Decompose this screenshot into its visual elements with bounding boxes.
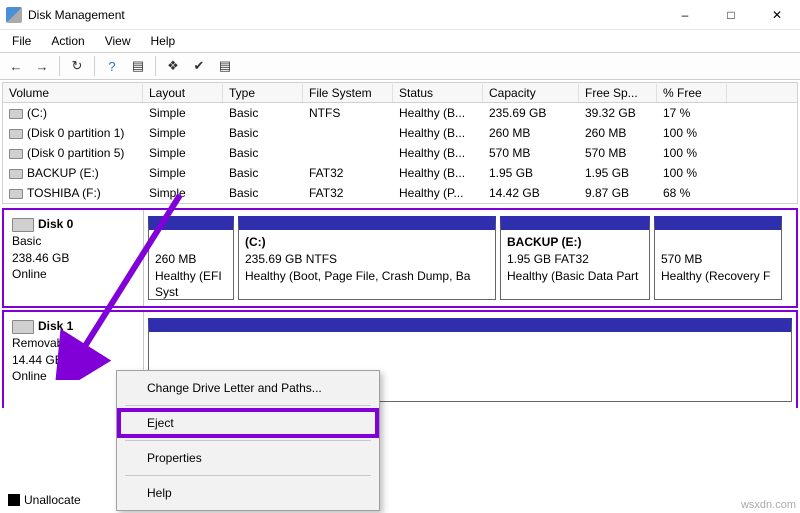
refresh-button[interactable]: ↻	[65, 55, 89, 77]
volume-row[interactable]: (C:)SimpleBasicNTFSHealthy (B...235.69 G…	[3, 103, 797, 123]
app-icon	[6, 7, 22, 23]
disk0-info: Disk 0 Basic 238.46 GB Online	[4, 210, 144, 306]
action-button-1[interactable]: ❖	[161, 55, 185, 77]
help-icon-button[interactable]: ?	[100, 55, 124, 77]
window-title: Disk Management	[28, 8, 662, 22]
ctx-separator	[125, 440, 371, 441]
legend: Unallocate	[8, 493, 81, 507]
ctx-separator	[125, 405, 371, 406]
disk0-title: Disk 0	[38, 217, 73, 231]
menu-file[interactable]: File	[2, 32, 41, 50]
col-filesystem[interactable]: File System	[303, 84, 393, 102]
col-percent[interactable]: % Free	[657, 84, 727, 102]
forward-button[interactable]: →	[30, 55, 54, 77]
ctx-separator	[125, 475, 371, 476]
disk0-pane[interactable]: Disk 0 Basic 238.46 GB Online 260 MBHeal…	[2, 208, 798, 308]
menu-help[interactable]: Help	[141, 32, 186, 50]
action-button-2[interactable]: ✔	[187, 55, 211, 77]
list-view-button[interactable]: ▤	[126, 55, 150, 77]
disk-icon	[12, 320, 34, 334]
legend-label: Unallocate	[24, 493, 81, 507]
toolbar-separator	[155, 56, 156, 76]
back-button[interactable]: ←	[4, 55, 28, 77]
disk0-partitions: 260 MBHealthy (EFI Syst(C:)235.69 GB NTF…	[144, 210, 796, 306]
partition[interactable]: 260 MBHealthy (EFI Syst	[148, 216, 234, 300]
disk-icon	[12, 218, 34, 232]
minimize-button[interactable]: –	[662, 0, 708, 30]
context-menu: Change Drive Letter and Paths... Eject P…	[116, 370, 380, 511]
partition[interactable]: 570 MBHealthy (Recovery F	[654, 216, 782, 300]
volume-icon	[9, 129, 23, 139]
action-button-3[interactable]: ▤	[213, 55, 237, 77]
toolbar-separator	[59, 56, 60, 76]
titlebar: Disk Management – □ ✕	[0, 0, 800, 30]
volume-icon	[9, 109, 23, 119]
maximize-button[interactable]: □	[708, 0, 754, 30]
disk1-title: Disk 1	[38, 319, 73, 333]
unallocated-swatch	[8, 494, 20, 506]
volume-icon	[9, 189, 23, 199]
toolbar: ← → ↻ ? ▤ ❖ ✔ ▤	[0, 52, 800, 80]
menubar: File Action View Help	[0, 30, 800, 52]
ctx-help[interactable]: Help	[119, 480, 377, 506]
col-capacity[interactable]: Capacity	[483, 84, 579, 102]
partition[interactable]: (C:)235.69 GB NTFSHealthy (Boot, Page Fi…	[238, 216, 496, 300]
close-button[interactable]: ✕	[754, 0, 800, 30]
volume-icon	[9, 149, 23, 159]
volume-row[interactable]: (Disk 0 partition 5)SimpleBasicHealthy (…	[3, 143, 797, 163]
volume-icon	[9, 169, 23, 179]
col-free[interactable]: Free Sp...	[579, 84, 657, 102]
volume-row[interactable]: BACKUP (E:)SimpleBasicFAT32Healthy (B...…	[3, 163, 797, 183]
col-volume[interactable]: Volume	[3, 84, 143, 102]
menu-action[interactable]: Action	[41, 32, 94, 50]
watermark: wsxdn.com	[741, 499, 796, 511]
disk1-type: Removable	[12, 335, 135, 352]
volume-list: Volume Layout Type File System Status Ca…	[2, 82, 798, 204]
toolbar-separator	[94, 56, 95, 76]
partition[interactable]: BACKUP (E:)1.95 GB FAT32Healthy (Basic D…	[500, 216, 650, 300]
volume-header-row: Volume Layout Type File System Status Ca…	[3, 83, 797, 103]
disk0-state: Online	[12, 266, 135, 283]
ctx-change-drive-letter[interactable]: Change Drive Letter and Paths...	[119, 375, 377, 401]
ctx-eject[interactable]: Eject	[119, 410, 377, 436]
disk0-size: 238.46 GB	[12, 250, 135, 267]
volume-row[interactable]: (Disk 0 partition 1)SimpleBasicHealthy (…	[3, 123, 797, 143]
col-status[interactable]: Status	[393, 84, 483, 102]
disk1-size: 14.44 GB	[12, 352, 135, 369]
col-layout[interactable]: Layout	[143, 84, 223, 102]
ctx-properties[interactable]: Properties	[119, 445, 377, 471]
menu-view[interactable]: View	[95, 32, 141, 50]
disk0-type: Basic	[12, 233, 135, 250]
col-type[interactable]: Type	[223, 84, 303, 102]
volume-row[interactable]: TOSHIBA (F:)SimpleBasicFAT32Healthy (P..…	[3, 183, 797, 203]
